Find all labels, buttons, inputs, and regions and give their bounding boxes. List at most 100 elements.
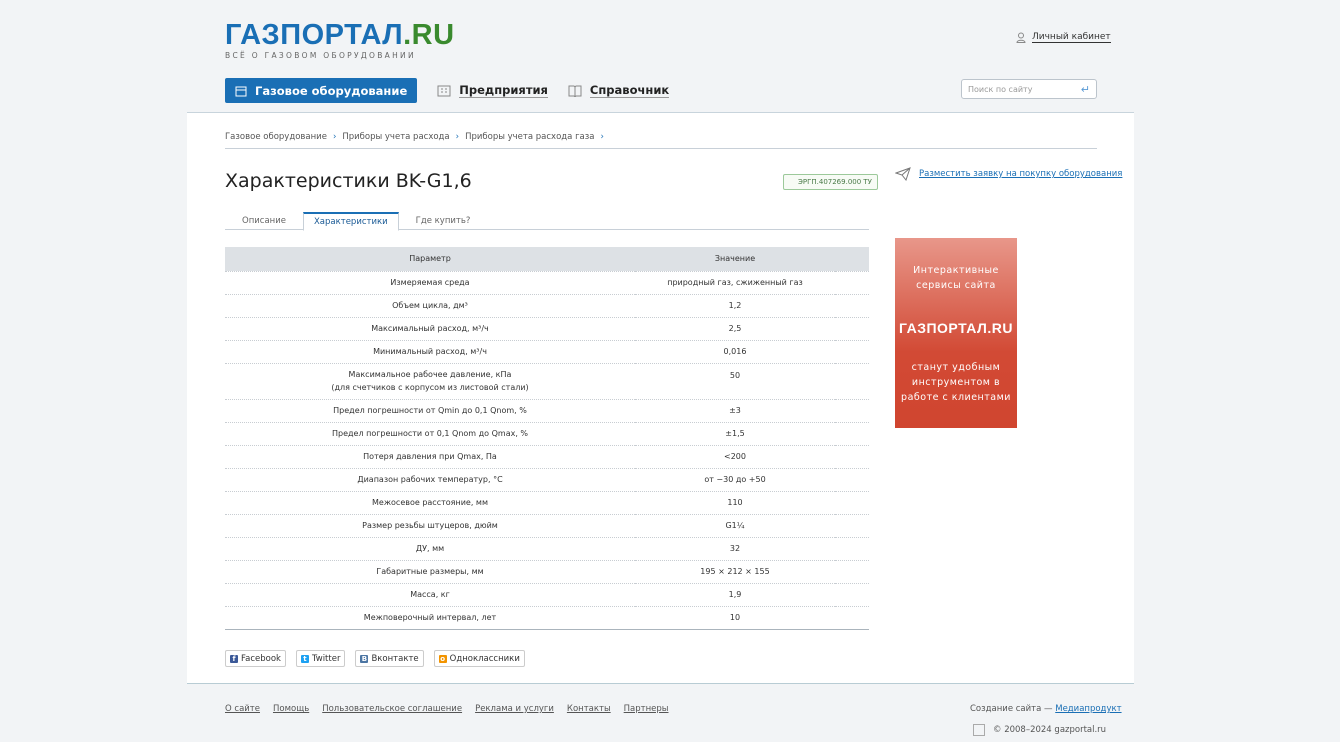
table-row: Потеря давления при Qmax, Па <200 xyxy=(225,444,869,468)
value-cell: G1¼ xyxy=(635,513,835,537)
nav-reference[interactable]: Справочник xyxy=(568,83,670,98)
nav-reference-label: Справочник xyxy=(589,83,670,98)
param-cell: Потеря давления при Qmax, Па xyxy=(225,444,635,468)
value-cell: 1,2 xyxy=(635,293,835,317)
breadcrumb-sep: › xyxy=(455,132,460,142)
param-cell: Межосевое расстояние, мм xyxy=(225,490,635,514)
footer-link[interactable]: О сайте xyxy=(225,704,260,714)
footer-link[interactable]: Реклама и услуги xyxy=(475,704,554,714)
value-cell: ±3 xyxy=(635,398,835,422)
pad-cell xyxy=(835,582,869,606)
pad-cell xyxy=(835,293,869,317)
param-name: Измеряемая среда xyxy=(390,278,470,287)
param-cell: Межповерочный интервал, лет xyxy=(225,605,635,630)
table-row: ДУ, мм 32 xyxy=(225,536,869,560)
value-cell: природный газ, сжиженный газ xyxy=(635,270,835,294)
pad-cell xyxy=(835,270,869,294)
breadcrumb-sep: › xyxy=(600,132,604,142)
share-label: Одноклассники xyxy=(449,653,520,664)
breadcrumb-item[interactable]: Приборы учета расхода газа xyxy=(465,132,594,142)
param-cell: ДУ, мм xyxy=(225,536,635,560)
nav-companies-label: Предприятия xyxy=(459,83,548,98)
share-twitter[interactable]: t Twitter xyxy=(295,650,346,667)
enter-icon[interactable]: ↵ xyxy=(1081,83,1090,96)
tab-where-to-buy[interactable]: Где купить? xyxy=(399,212,488,230)
tagline: ВСЁ О ГАЗОВОМ ОБОРУДОВАНИИ xyxy=(225,51,416,60)
vk-icon: B xyxy=(360,654,369,663)
param-note: (для счетчиков с корпусом из листовой ст… xyxy=(331,383,529,392)
paper-plane-icon xyxy=(895,167,911,181)
site-logo[interactable]: ГАЗПОРТАЛ.RU xyxy=(225,20,455,50)
made-by: Создание сайта — Медиапродукт xyxy=(970,704,1122,714)
param-name: Габаритные размеры, мм xyxy=(376,567,484,576)
search-input[interactable]: Поиск по сайту ↵ xyxy=(961,79,1097,99)
param-name: ДУ, мм xyxy=(415,544,445,553)
table-row: Межповерочный интервал, лет 10 xyxy=(225,605,869,630)
pad-cell xyxy=(835,467,869,491)
personal-account-link[interactable]: Личный кабинет xyxy=(1016,32,1111,43)
value-cell: <200 xyxy=(635,444,835,468)
table-row: Максимальный расход, м³/ч 2,5 xyxy=(225,316,869,340)
pad-cell xyxy=(835,536,869,560)
pad-cell xyxy=(835,444,869,468)
value-cell: 2,5 xyxy=(635,316,835,340)
param-cell: Диапазон рабочих температур, °С xyxy=(225,467,635,491)
footer-link[interactable]: Партнеры xyxy=(624,704,669,714)
table-row: Минимальный расход, м³/ч 0,016 xyxy=(225,339,869,363)
param-name: Диапазон рабочих температур, °С xyxy=(357,475,503,484)
ad-banner[interactable]: Интерактивные сервисы сайта ГАЗПОРТАЛ.RU… xyxy=(895,238,1017,428)
made-by-link[interactable]: Медиапродукт xyxy=(1055,704,1121,714)
specs-table: Параметр Значение Измеряемая среда природн… xyxy=(225,247,869,630)
pad-cell xyxy=(835,513,869,537)
footer-link[interactable]: Контакты xyxy=(567,704,611,714)
param-name: Масса, кг xyxy=(410,590,450,599)
share-facebook[interactable]: f Facebook xyxy=(225,650,286,667)
param-cell: Минимальный расход, м³/ч xyxy=(225,339,635,363)
order-request-link[interactable]: Разместить заявку на покупку оборудовани… xyxy=(895,167,1122,181)
table-row: Предел погрешности от Qmin до 0,1 Qnom, … xyxy=(225,398,869,422)
param-name: Максимальное рабочее давление, кПа xyxy=(348,370,512,379)
param-name: Потеря давления при Qmax, Па xyxy=(363,452,497,461)
nav-companies[interactable]: Предприятия xyxy=(437,83,548,98)
param-cell: Максимальный расход, м³/ч xyxy=(225,316,635,340)
main-nav: Газовое оборудование Предприятия Справоч… xyxy=(225,78,670,103)
share-vkontakte[interactable]: B Вконтакте xyxy=(355,650,424,667)
share-buttons: f Facebook t Twitter B Вконтакте o Однокласс… xyxy=(225,650,525,667)
footer-nav: О сайте Помощь Пользовательское соглашен… xyxy=(225,704,669,714)
tab-characteristics[interactable]: Характеристики xyxy=(302,212,399,231)
divider xyxy=(225,148,1097,149)
facebook-icon: f xyxy=(230,654,238,663)
tab-description[interactable]: Описание xyxy=(225,212,303,230)
copyright: © 2008–2024 gazportal.ru xyxy=(973,724,1106,736)
param-cell: Объем цикла, дм³ xyxy=(225,293,635,317)
value-cell: 10 xyxy=(635,605,835,630)
param-cell: Размер резьбы штуцеров, дюйм xyxy=(225,513,635,537)
pad-cell xyxy=(835,316,869,340)
table-row: Масса, кг 1,9 xyxy=(225,582,869,606)
pad-cell xyxy=(835,421,869,445)
param-cell: Габаритные размеры, мм xyxy=(225,559,635,583)
spec-badge: ЭРГП.407269.000 ТУ xyxy=(783,174,878,190)
breadcrumb-item[interactable]: Приборы учета расхода xyxy=(342,132,449,142)
value-cell: 195 × 212 × 155 xyxy=(635,559,835,583)
pad-cell xyxy=(835,398,869,422)
twitter-icon: t xyxy=(300,654,309,663)
footer-link[interactable]: Помощь xyxy=(273,704,309,714)
nav-gas-equipment[interactable]: Газовое оборудование xyxy=(225,78,418,103)
table-row: Предел погрешности от 0,1 Qnom до Qmax, … xyxy=(225,421,869,445)
param-cell: Максимальное рабочее давление, кПа (для с… xyxy=(225,362,635,399)
made-by-text: Создание сайта — xyxy=(970,704,1053,714)
param-name: Объем цикла, дм³ xyxy=(392,301,468,310)
share-odnoklassniki[interactable]: o Одноклассники xyxy=(433,650,525,667)
footer-link[interactable]: Пользовательское соглашение xyxy=(322,704,462,714)
copyright-text: © 2008–2024 gazportal.ru xyxy=(993,725,1107,735)
col-header-param: Параметр xyxy=(225,247,635,271)
breadcrumb-item[interactable]: Газовое оборудование xyxy=(225,132,327,142)
value-cell: 32 xyxy=(635,536,835,560)
logo-text: ГАЗПОРТАЛ xyxy=(225,19,404,51)
share-label: Twitter xyxy=(311,653,341,664)
table-row: Максимальное рабочее давление, кПа (для с… xyxy=(225,362,869,399)
share-label: Facebook xyxy=(241,653,281,664)
table-row: Габаритные размеры, мм 195 × 212 × 155 xyxy=(225,559,869,583)
tabs: Описание Характеристики Где купить? xyxy=(225,212,869,231)
